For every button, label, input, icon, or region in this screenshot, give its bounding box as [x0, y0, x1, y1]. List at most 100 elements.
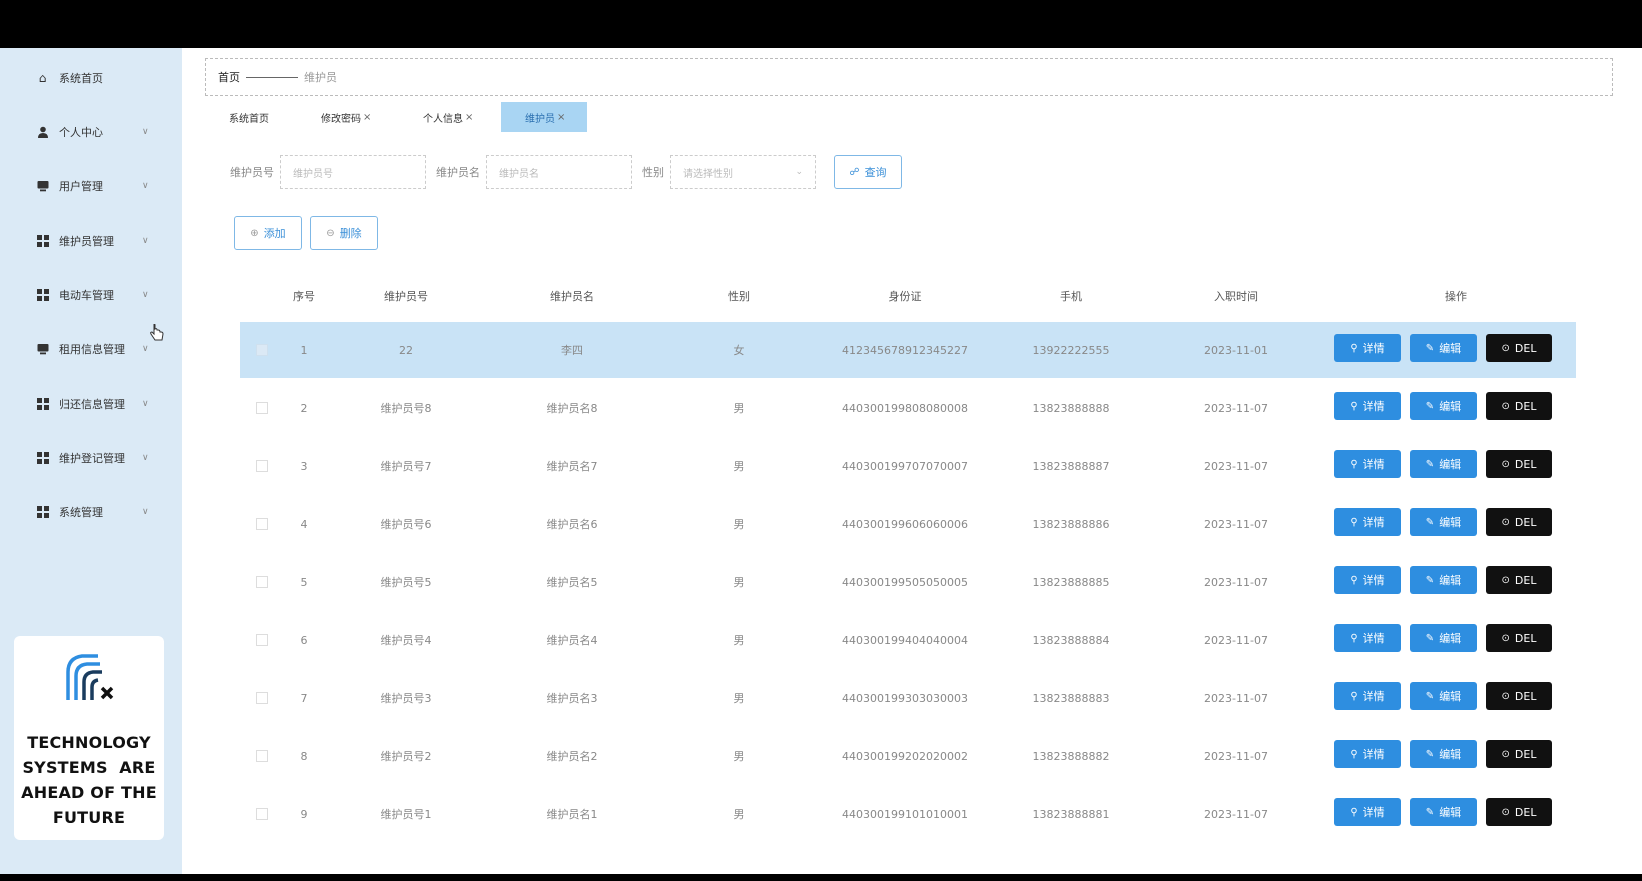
staff-no-input[interactable]: 维护员号 [280, 155, 426, 189]
breadcrumb-home[interactable]: 首页 [218, 69, 240, 85]
query-button[interactable]: ☍ 查询 [834, 155, 902, 189]
table-row[interactable]: 9 维护员号1 维护员名1 男 440300199101010001 1382388888… [240, 786, 1576, 842]
sidebar-item[interactable]: 个人中心 ∨ [0, 112, 182, 152]
sidebar-item[interactable]: ⌂ 系统首页 [0, 58, 182, 98]
pencil-icon: ✎ [1425, 806, 1435, 818]
edit-button[interactable]: ✎ 编辑 [1410, 798, 1477, 826]
row-checkbox[interactable] [256, 808, 268, 820]
row-checkbox[interactable] [256, 518, 268, 530]
del-button[interactable]: ⊙ DEL [1486, 334, 1552, 362]
table-row[interactable]: 8 维护员号2 维护员名2 男 440300199202020002 1382388888… [240, 728, 1576, 784]
staff-name-cell: 维护员名2 [546, 750, 598, 763]
delete-button-label: 删除 [339, 227, 362, 240]
del-button-label: DEL [1514, 573, 1537, 587]
row-checkbox[interactable] [256, 692, 268, 704]
table-row[interactable]: 3 维护员号7 维护员名7 男 440300199707070007 1382388888… [240, 438, 1576, 494]
edit-button-label: 编辑 [1439, 748, 1462, 761]
edit-button[interactable]: ✎ 编辑 [1410, 624, 1477, 652]
id-card-cell: 440300199303030003 [842, 691, 968, 705]
sidebar-item-label: 系统管理 [59, 506, 103, 519]
detail-button[interactable]: ⚲ 详情 [1334, 392, 1401, 420]
edit-button[interactable]: ✎ 编辑 [1410, 508, 1477, 536]
sidebar-item-label: 维护员管理 [59, 235, 114, 248]
row-checkbox[interactable] [256, 402, 268, 414]
tab-2[interactable]: 个人信息 × [399, 102, 501, 132]
chevron-down-icon: ⌄ [795, 167, 803, 177]
table-row[interactable]: 1 22 李四 女 412345678912345227 13922222555 2023-… [240, 322, 1576, 378]
sidebar-item-label: 系统首页 [59, 72, 103, 85]
table-row[interactable]: 2 维护员号8 维护员名8 男 440300199808080008 1382388888… [240, 380, 1576, 436]
del-button[interactable]: ⊙ DEL [1486, 450, 1552, 478]
row-checkbox[interactable] [256, 344, 268, 356]
search-icon: ⚲ [1350, 342, 1358, 354]
edit-button[interactable]: ✎ 编辑 [1410, 392, 1477, 420]
sidebar-item[interactable]: 维护登记管理 ∨ [0, 438, 182, 478]
add-button[interactable]: ⊕ 添加 [234, 216, 302, 250]
sidebar-item[interactable]: 系统管理 ∨ [0, 492, 182, 532]
staff-name-cell: 维护员名6 [546, 518, 598, 531]
phone-cell: 13823888888 [1032, 401, 1110, 415]
logo-text-line: SYSTEMS ARE [22, 758, 156, 777]
close-icon[interactable]: × [363, 112, 371, 123]
table-row[interactable]: 6 维护员号4 维护员名4 男 440300199404040004 1382388888… [240, 612, 1576, 668]
detail-button[interactable]: ⚲ 详情 [1334, 566, 1401, 594]
tab-0[interactable]: 系统首页 [205, 102, 297, 132]
del-button[interactable]: ⊙ DEL [1486, 566, 1552, 594]
user-icon [36, 126, 49, 139]
edit-button[interactable]: ✎ 编辑 [1410, 334, 1477, 362]
sidebar-item[interactable]: 归还信息管理 ∨ [0, 384, 182, 424]
detail-button[interactable]: ⚲ 详情 [1334, 682, 1401, 710]
staff-no-cell: 维护员号5 [380, 576, 432, 589]
edit-button[interactable]: ✎ 编辑 [1410, 740, 1477, 768]
tab-label: 维护员 [525, 113, 555, 125]
detail-button[interactable]: ⚲ 详情 [1334, 624, 1401, 652]
chevron-down-icon: ∨ [142, 236, 149, 246]
row-checkbox[interactable] [256, 576, 268, 588]
del-button[interactable]: ⊙ DEL [1486, 624, 1552, 652]
table-row[interactable]: 7 维护员号3 维护员名3 男 440300199303030003 1382388888… [240, 670, 1576, 726]
delete-circle-icon: ⊙ [1501, 342, 1510, 354]
row-checkbox[interactable] [256, 750, 268, 762]
delete-button[interactable]: ⊖ 删除 [310, 216, 378, 250]
gender-select[interactable]: 请选择性别 ⌄ [670, 155, 816, 189]
close-icon[interactable]: × [465, 112, 473, 123]
del-button[interactable]: ⊙ DEL [1486, 740, 1552, 768]
del-button[interactable]: ⊙ DEL [1486, 508, 1552, 536]
detail-button[interactable]: ⚲ 详情 [1334, 508, 1401, 536]
tab-3[interactable]: 维护员 × [501, 102, 587, 132]
detail-button[interactable]: ⚲ 详情 [1334, 740, 1401, 768]
hand-cursor-icon [150, 324, 164, 341]
del-button[interactable]: ⊙ DEL [1486, 392, 1552, 420]
sidebar-item[interactable]: 维护员管理 ∨ [0, 221, 182, 261]
chevron-down-icon: ∨ [142, 290, 149, 300]
close-icon[interactable]: × [557, 112, 565, 123]
del-button[interactable]: ⊙ DEL [1486, 798, 1552, 826]
row-checkbox[interactable] [256, 460, 268, 472]
table-row[interactable]: 4 维护员号6 维护员名6 男 440300199606060006 1382388888… [240, 496, 1576, 552]
del-button[interactable]: ⊙ DEL [1486, 682, 1552, 710]
search-icon: ⚲ [1350, 574, 1358, 586]
logo-text-line: TECHNOLOGY [27, 733, 151, 752]
sidebar-item[interactable]: 电动车管理 ∨ [0, 275, 182, 315]
hire-date-cell: 2023-11-01 [1204, 343, 1268, 357]
staff-name-input[interactable]: 维护员名 [486, 155, 632, 189]
edit-button[interactable]: ✎ 编辑 [1410, 566, 1477, 594]
tab-label: 个人信息 [423, 113, 463, 125]
delete-circle-icon: ⊙ [1501, 516, 1510, 528]
table-row[interactable]: 5 维护员号5 维护员名5 男 440300199505050005 1382388888… [240, 554, 1576, 610]
edit-button[interactable]: ✎ 编辑 [1410, 682, 1477, 710]
search-icon: ⚲ [1350, 748, 1358, 760]
row-checkbox[interactable] [256, 634, 268, 646]
detail-button[interactable]: ⚲ 详情 [1334, 450, 1401, 478]
sidebar-item[interactable]: 用户管理 ∨ [0, 166, 182, 206]
gender-cell: 男 [733, 576, 745, 589]
detail-button-label: 详情 [1362, 632, 1385, 645]
index-cell: 4 [300, 517, 308, 531]
logo-text-line: AHEAD OF THE [21, 783, 157, 802]
edit-button[interactable]: ✎ 编辑 [1410, 450, 1477, 478]
detail-button[interactable]: ⚲ 详情 [1334, 334, 1401, 362]
detail-button[interactable]: ⚲ 详情 [1334, 798, 1401, 826]
tab-1[interactable]: 修改密码 × [297, 102, 399, 132]
column-header: 维护员名 [550, 290, 594, 303]
index-cell: 6 [300, 633, 308, 647]
